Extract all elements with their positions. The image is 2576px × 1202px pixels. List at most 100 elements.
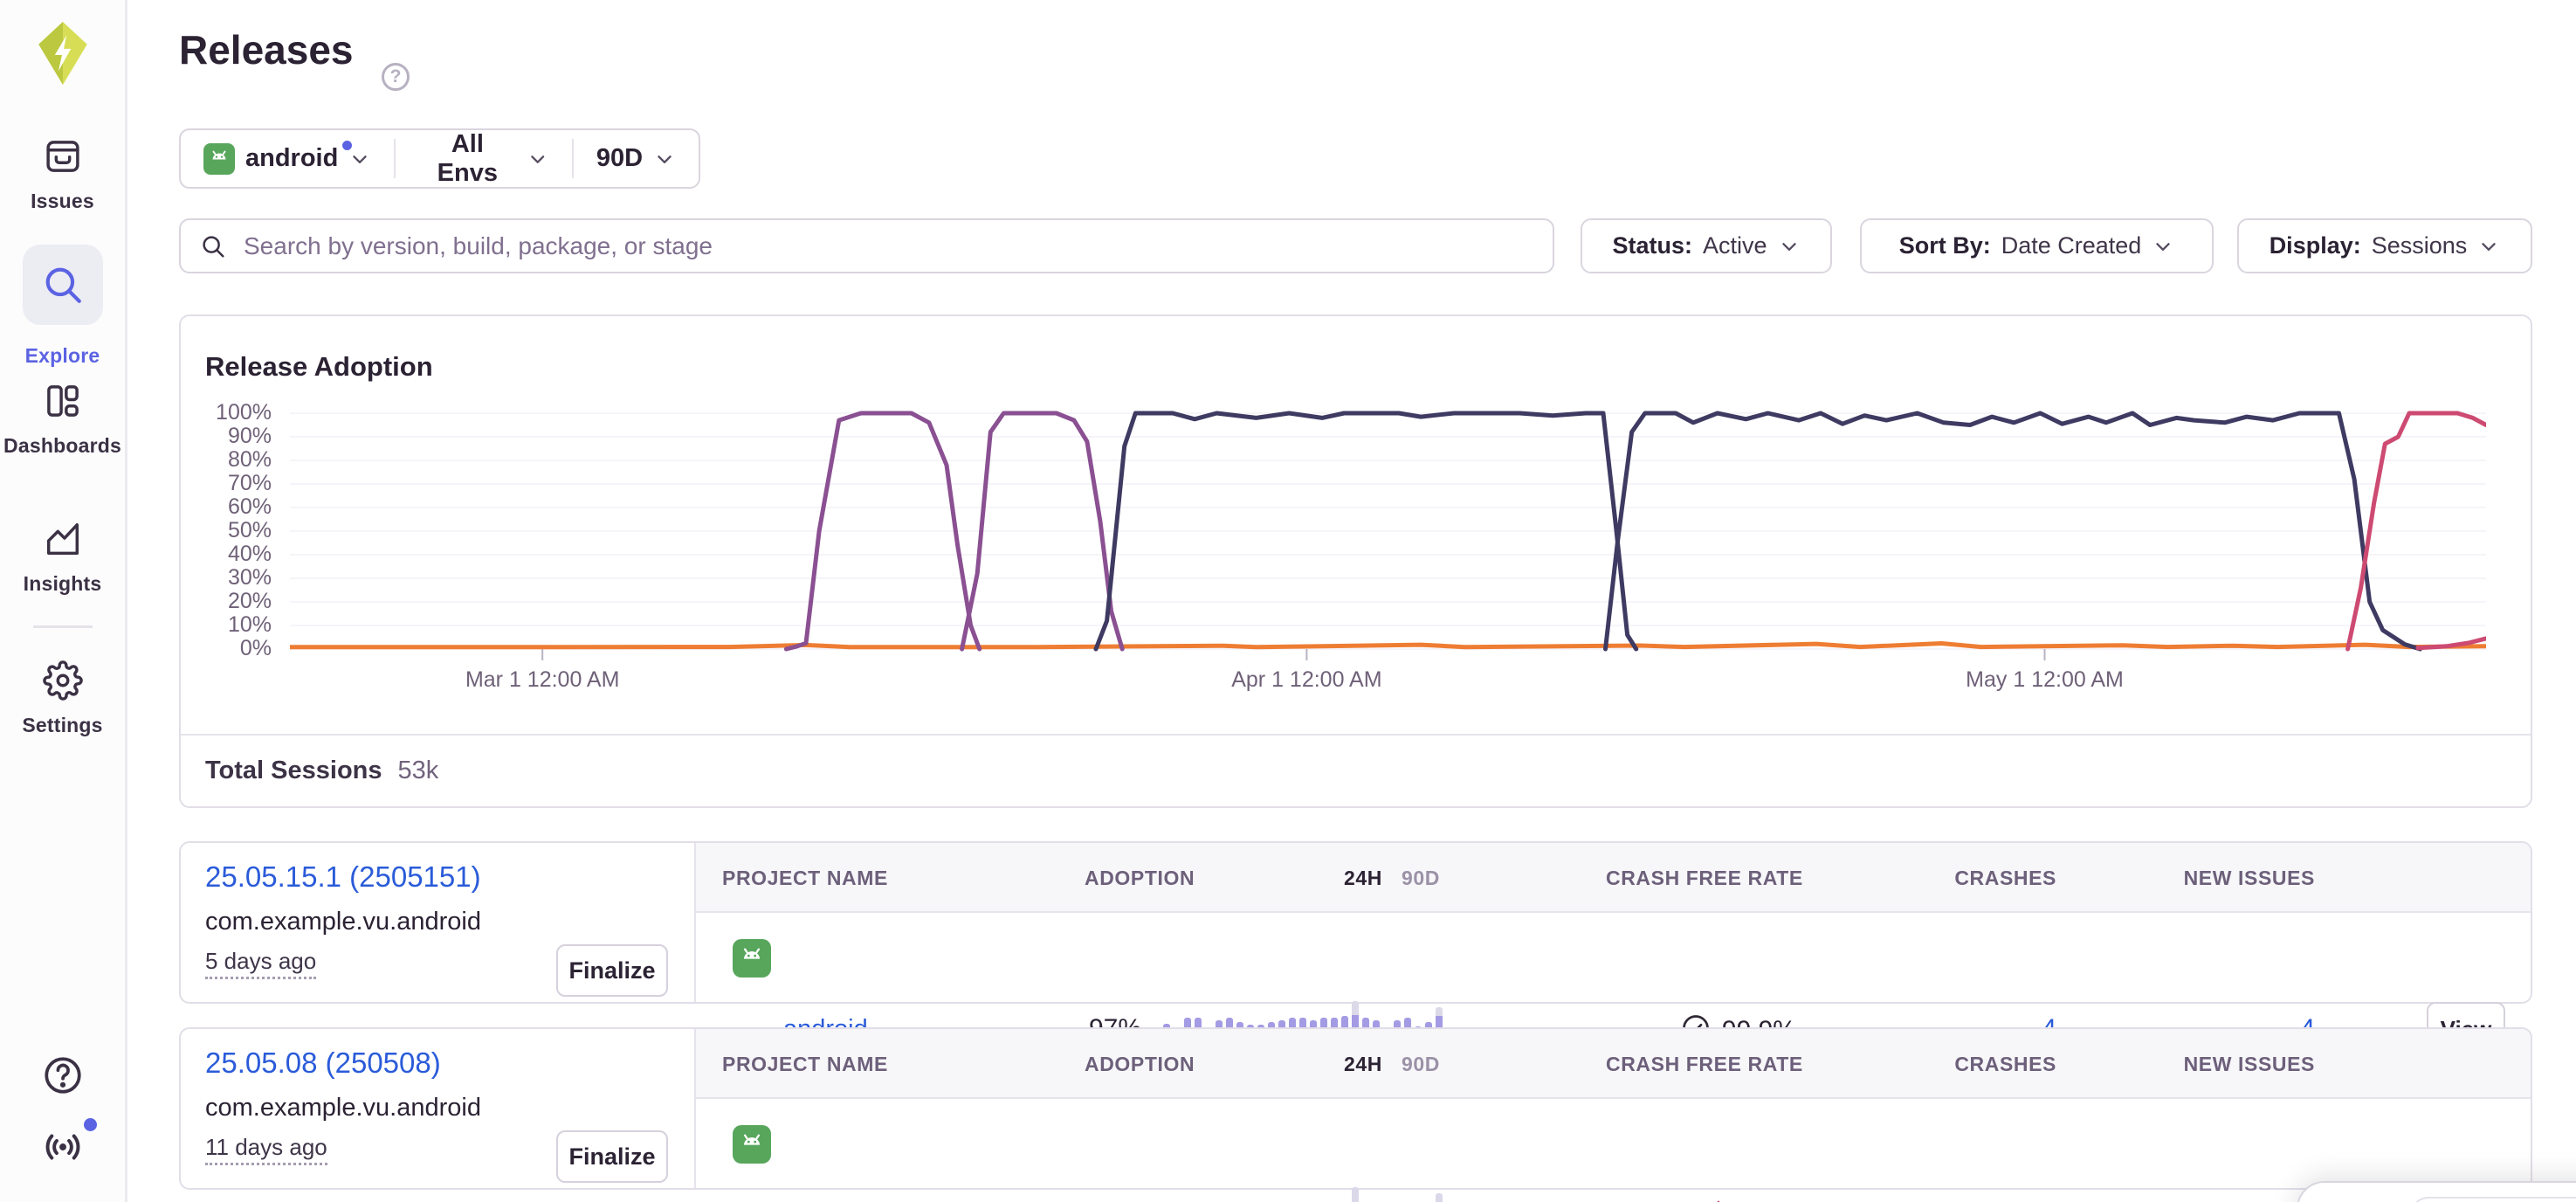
help-circle-icon[interactable]: ? (382, 63, 410, 91)
broadcast-icon (41, 1125, 85, 1169)
display-dropdown[interactable]: Display: Sessions (2237, 218, 2532, 273)
fire-icon (1702, 1199, 1733, 1202)
col-crash-free-rate: CRASH FREE RATE (1606, 867, 1803, 890)
sidebar-item-label: Explore (0, 344, 125, 368)
search-icon (41, 263, 85, 307)
col-adoption: ADOPTION (1085, 1053, 1195, 1076)
chart-title: Release Adoption (205, 351, 433, 383)
chevron-down-icon (653, 148, 676, 170)
total-sessions-value: 53k (398, 756, 439, 785)
y-tick-label: 0% (181, 636, 272, 661)
sidebar-item-explore[interactable] (23, 245, 103, 325)
sidebar-item-issues[interactable]: Issues (0, 136, 125, 213)
help-button[interactable] (0, 1053, 125, 1102)
release-version-link[interactable]: 25.05.15.1 (2505151) (205, 860, 481, 894)
chevron-down-icon (348, 148, 371, 170)
whats-new-button[interactable] (0, 1125, 125, 1173)
sidebar-item-dashboards[interactable]: Dashboards (0, 381, 125, 458)
finalize-button[interactable]: Finalize (556, 944, 668, 997)
finalize-button[interactable]: Finalize (556, 1130, 668, 1183)
release-project-row: android 0% 82% 6 5 View (696, 1099, 2531, 1192)
x-tick-label: Mar 1 12:00 AM (368, 667, 717, 693)
col-crash-free-rate: CRASH FREE RATE (1606, 1053, 1803, 1076)
project-filter-value: android (245, 144, 338, 173)
release-card: 25.05.15.1 (2505151) com.example.vu.andr… (179, 841, 2532, 1004)
release-table-header: PROJECT NAME ADOPTION 24H90D CRASH FREE … (696, 1029, 2531, 1099)
release-created: 5 days ago (205, 948, 316, 979)
release-adoption-card: Release Adoption 100%90%80%70%60%50%40%3… (179, 314, 2532, 808)
release-search (179, 218, 1554, 273)
sidebar-item-label: Issues (0, 190, 125, 213)
release-table: PROJECT NAME ADOPTION 24H90D CRASH FREE … (696, 1029, 2531, 1188)
release-package: com.example.vu.android (205, 908, 481, 936)
date-range-filter-value: 90D (596, 144, 643, 173)
date-range-filter[interactable]: 90D (574, 130, 699, 187)
environment-filter[interactable]: All Envs (396, 130, 572, 187)
col-project-name: PROJECT NAME (722, 867, 888, 890)
col-period-toggle[interactable]: 24H90D (1344, 867, 1440, 890)
notification-dot (84, 1118, 97, 1131)
x-tick-label: Apr 1 12:00 AM (1132, 667, 1481, 693)
col-period-toggle[interactable]: 24H90D (1344, 1053, 1440, 1076)
release-meta: 25.05.15.1 (2505151) com.example.vu.andr… (181, 843, 696, 1002)
android-project-icon (733, 939, 771, 977)
col-adoption: ADOPTION (1085, 867, 1195, 890)
col-project-name: PROJECT NAME (722, 1053, 888, 1076)
total-sessions-label: Total Sessions (205, 756, 382, 785)
y-tick-label: 90% (181, 424, 272, 449)
col-new-issues: NEW ISSUES (2175, 867, 2315, 890)
search-input[interactable] (179, 218, 1554, 273)
spark-bar (1352, 1187, 1359, 1202)
release-created: 11 days ago (205, 1134, 327, 1165)
app-root: Issues Explore Dashboards Insights (0, 0, 2576, 1202)
crash-free-rate: 82% (1587, 1199, 1796, 1202)
inbox-icon (43, 136, 83, 176)
release-version-link[interactable]: 25.05.08 (250508) (205, 1047, 441, 1080)
android-project-icon (733, 1125, 771, 1164)
sidebar-item-settings[interactable]: Settings (0, 660, 125, 737)
release-card: 25.05.08 (250508) com.example.vu.android… (179, 1027, 2532, 1190)
release-table-header: PROJECT NAME ADOPTION 24H90D CRASH FREE … (696, 843, 2531, 913)
y-tick-label: 30% (181, 565, 272, 591)
y-tick-label: 50% (181, 518, 272, 543)
y-tick-label: 70% (181, 471, 272, 496)
chevron-down-icon (1778, 235, 1801, 258)
x-tick-label: May 1 12:00 AM (1870, 667, 2220, 693)
y-tick-label: 10% (181, 612, 272, 638)
sidebar-item-label: Dashboards (0, 434, 125, 458)
sidebar-item-insights[interactable]: Insights (0, 519, 125, 596)
floating-panel[interactable] (2297, 1181, 2576, 1202)
sessions-sparkline (1163, 1185, 1464, 1202)
status-dropdown[interactable]: Status: Active (1581, 218, 1832, 273)
insights-icon (43, 519, 83, 559)
sort-by-dropdown[interactable]: Sort By: Date Created (1860, 218, 2214, 273)
dashboards-icon (43, 381, 83, 421)
release-package: com.example.vu.android (205, 1094, 481, 1123)
y-tick-label: 20% (181, 589, 272, 614)
sidebar-item-explore-label[interactable]: Explore (0, 335, 125, 368)
y-tick-label: 40% (181, 542, 272, 567)
sidebar-item-label: Insights (0, 572, 125, 596)
logo-icon (36, 21, 90, 86)
help-icon (41, 1053, 85, 1097)
project-filter[interactable]: android (181, 130, 394, 187)
sidebar: Issues Explore Dashboards Insights (0, 0, 127, 1202)
gear-icon (43, 660, 83, 701)
chart-footer: Total Sessions 53k (181, 734, 2531, 806)
android-icon (203, 143, 235, 175)
sentry-logo[interactable] (0, 21, 125, 90)
sidebar-item-label: Settings (0, 714, 125, 737)
col-new-issues: NEW ISSUES (2175, 1053, 2315, 1076)
release-project-row: android 97% 99.9% 4 4 View (696, 913, 2531, 1005)
page-title: Releases (179, 26, 354, 73)
search-icon (200, 233, 226, 259)
sidebar-divider (33, 625, 93, 628)
page-filter-bar: android All Envs 90D (179, 128, 700, 189)
release-table: PROJECT NAME ADOPTION 24H90D CRASH FREE … (696, 843, 2531, 1002)
col-crashes: CRASHES (1917, 867, 2056, 890)
chevron-down-icon (527, 148, 548, 170)
release-meta: 25.05.08 (250508) com.example.vu.android… (181, 1029, 696, 1188)
floating-panel-inner (2408, 1197, 2576, 1202)
environment-filter-value: All Envs (418, 130, 516, 188)
adoption-line-chart (290, 411, 2486, 666)
